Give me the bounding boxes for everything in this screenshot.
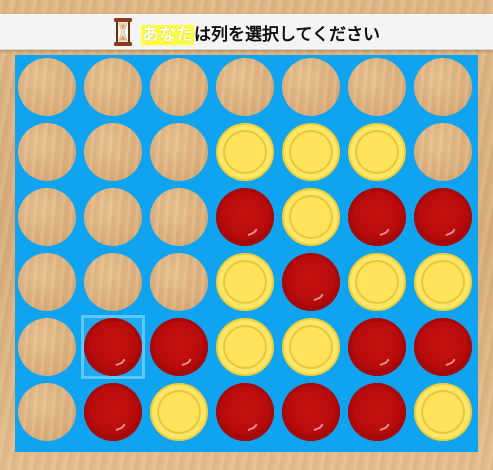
empty-slot[interactable] (18, 318, 76, 376)
red-disc[interactable] (348, 318, 406, 376)
empty-slot[interactable] (18, 188, 76, 246)
yellow-disc[interactable] (282, 123, 340, 181)
empty-slot[interactable] (84, 123, 142, 181)
empty-slot[interactable] (348, 58, 406, 116)
red-disc[interactable] (348, 188, 406, 246)
game-board (15, 55, 478, 452)
empty-slot[interactable] (150, 253, 208, 311)
empty-slot[interactable] (282, 58, 340, 116)
red-disc[interactable] (150, 318, 208, 376)
yellow-disc[interactable] (414, 383, 472, 441)
yellow-disc[interactable] (348, 123, 406, 181)
yellow-disc[interactable] (414, 253, 472, 311)
empty-slot[interactable] (150, 188, 208, 246)
empty-slot[interactable] (18, 123, 76, 181)
empty-slot[interactable] (84, 188, 142, 246)
hourglass-icon (113, 17, 133, 47)
empty-slot[interactable] (150, 58, 208, 116)
empty-slot[interactable] (216, 58, 274, 116)
yellow-disc[interactable] (216, 253, 274, 311)
turn-status: あなたは列を選択してください (141, 20, 380, 45)
red-disc[interactable] (348, 383, 406, 441)
red-disc[interactable] (216, 383, 274, 441)
status-bar: あなたは列を選択してください (0, 14, 493, 50)
yellow-disc[interactable] (348, 253, 406, 311)
yellow-disc[interactable] (216, 123, 274, 181)
red-disc[interactable] (414, 188, 472, 246)
empty-slot[interactable] (414, 58, 472, 116)
red-disc[interactable] (414, 318, 472, 376)
red-disc[interactable] (84, 383, 142, 441)
empty-slot[interactable] (84, 253, 142, 311)
player-name: あなた (141, 24, 194, 45)
red-disc[interactable] (282, 383, 340, 441)
empty-slot[interactable] (414, 123, 472, 181)
yellow-disc[interactable] (282, 318, 340, 376)
empty-slot[interactable] (150, 123, 208, 181)
red-disc[interactable] (282, 253, 340, 311)
yellow-disc[interactable] (282, 188, 340, 246)
red-disc[interactable] (216, 188, 274, 246)
empty-slot[interactable] (18, 253, 76, 311)
empty-slot[interactable] (84, 58, 142, 116)
empty-slot[interactable] (18, 383, 76, 441)
status-message: は列を選択してください (194, 24, 380, 45)
red-disc[interactable] (84, 318, 142, 376)
yellow-disc[interactable] (216, 318, 274, 376)
yellow-disc[interactable] (150, 383, 208, 441)
empty-slot[interactable] (18, 58, 76, 116)
